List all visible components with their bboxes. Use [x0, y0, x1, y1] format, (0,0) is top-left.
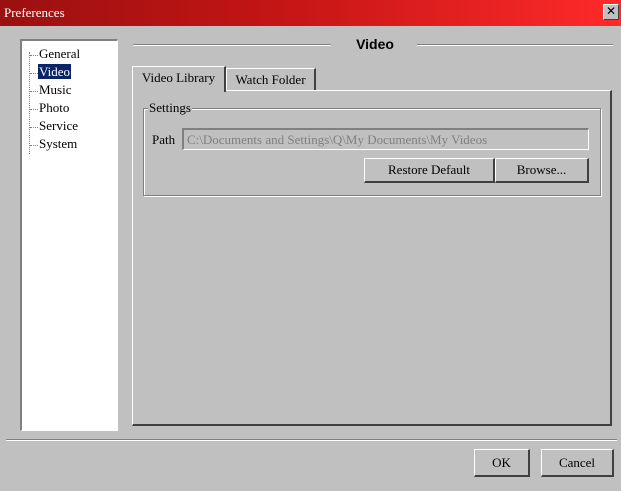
- ok-button[interactable]: OK: [474, 449, 530, 477]
- tab-watch-folder[interactable]: Watch Folder: [226, 68, 316, 91]
- tree-item-music[interactable]: Music: [30, 82, 73, 98]
- tree-item-label: General: [39, 46, 81, 61]
- tree-item-label: System: [39, 136, 78, 151]
- title-bar[interactable]: Preferences ✕: [0, 0, 621, 26]
- tree-item-label: Photo: [39, 100, 70, 115]
- tree-item-label: Service: [39, 118, 78, 133]
- tree-item-system[interactable]: System: [30, 136, 78, 152]
- tree-item-photo[interactable]: Photo: [30, 100, 70, 116]
- tree-item-service[interactable]: Service: [30, 118, 79, 134]
- close-button[interactable]: ✕: [603, 4, 619, 20]
- tab-label: Video Library: [141, 70, 216, 85]
- header-rule-right: [417, 44, 613, 46]
- tree-item-video[interactable]: Video: [30, 64, 71, 80]
- tab-label: Watch Folder: [235, 72, 306, 87]
- tree-item-general[interactable]: General: [30, 46, 81, 62]
- tab-video-library[interactable]: Video Library: [132, 66, 226, 92]
- tree-item-label: Music: [39, 82, 72, 97]
- tree-item-label: Video: [38, 64, 71, 79]
- footer-divider: [6, 439, 617, 441]
- category-tree[interactable]: General Video Music Photo Service System: [20, 39, 118, 431]
- section-title: Video: [356, 36, 394, 52]
- window-title: Preferences: [4, 5, 65, 20]
- header-rule-left: [133, 44, 331, 46]
- close-icon: ✕: [605, 4, 617, 18]
- tab-panel: [132, 90, 612, 426]
- cancel-button[interactable]: Cancel: [541, 449, 614, 477]
